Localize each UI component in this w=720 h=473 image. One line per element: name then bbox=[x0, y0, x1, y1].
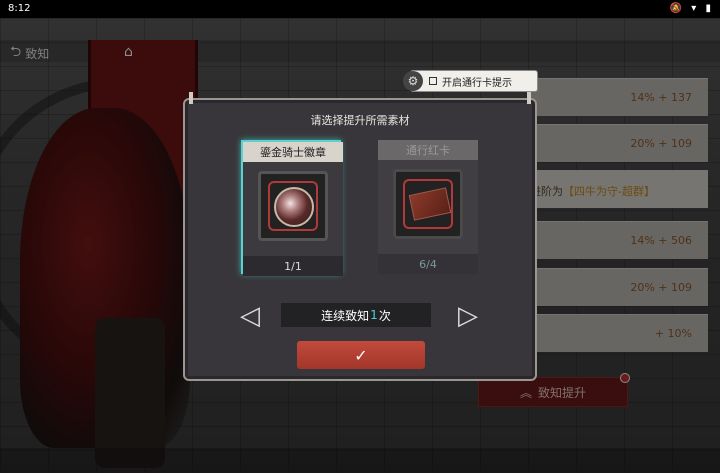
pass-hint-toggle[interactable]: ⚙ 开启通行卡提示 bbox=[403, 70, 538, 92]
item-slot bbox=[393, 169, 463, 239]
dialog-title: 请选择提升所需素材 bbox=[310, 114, 410, 127]
status-time: 8:12 bbox=[8, 3, 31, 14]
check-icon: ✓ bbox=[354, 345, 368, 365]
material-card-red-pass[interactable]: 通行红卡 6/4 bbox=[378, 140, 478, 274]
hint-label: 开启通行卡提示 bbox=[442, 77, 512, 89]
material-select-dialog: 请选择提升所需素材 鎏金骑士徽章 1/1 通行红卡 6/4 ◁ 连续致知 1 次… bbox=[183, 92, 537, 381]
confirm-button[interactable]: ✓ bbox=[297, 341, 425, 369]
material-name: 鎏金骑士徽章 bbox=[243, 142, 343, 162]
app-screen: 8:12 🔕 ▾ ▮ ⮌ 致知 ⌂ 14% + 137 20% + 109 14… bbox=[0, 0, 720, 473]
material-name: 通行红卡 bbox=[378, 140, 478, 160]
status-bar: 8:12 🔕 ▾ ▮ bbox=[0, 0, 720, 18]
consecutive-count: 1 bbox=[370, 308, 378, 322]
material-card-medal[interactable]: 鎏金骑士徽章 1/1 bbox=[241, 140, 343, 276]
decrease-arrow-icon[interactable]: ◁ bbox=[239, 301, 261, 331]
hint-checkbox[interactable] bbox=[429, 77, 437, 85]
increase-arrow-icon[interactable]: ▷ bbox=[457, 301, 479, 331]
item-slot bbox=[258, 171, 328, 241]
material-count: 6/4 bbox=[378, 254, 478, 274]
consecutive-count-label: 连续致知 1 次 bbox=[281, 303, 431, 327]
medal-icon bbox=[274, 187, 314, 227]
red-ticket-icon bbox=[408, 187, 452, 221]
gear-icon: ⚙ bbox=[403, 71, 423, 91]
material-count: 1/1 bbox=[243, 256, 343, 276]
status-icons: 🔕 ▾ ▮ bbox=[669, 3, 714, 14]
